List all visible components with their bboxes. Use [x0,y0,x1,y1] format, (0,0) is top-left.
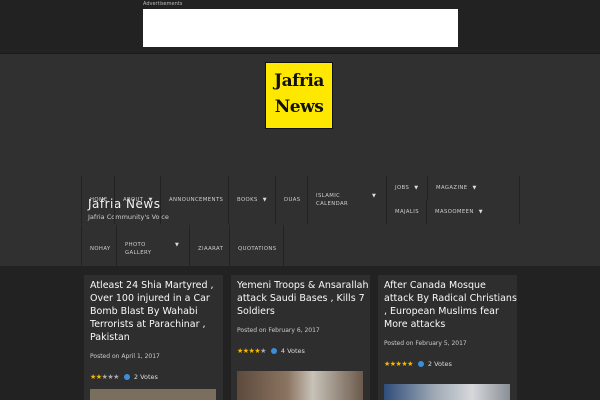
star-rating-icon[interactable]: ★★★★★ [237,347,266,355]
nav-item-books[interactable]: BOOKS ▼ [229,176,276,224]
nav-label: ZIAARAT [198,246,224,252]
nav-label: MAJALIS [395,209,419,215]
star-rating-icon[interactable]: ★★★★★ [384,360,413,368]
vote-count: 2 Votes [133,373,158,381]
post-rating[interactable]: ★★★★★ 2 Votes [90,373,158,381]
post-thumbnail[interactable] [384,384,510,400]
chevron-down-icon: ▼ [472,185,477,191]
nav-label: HOME [90,197,108,203]
post-date: Posted on February 5, 2017 [384,340,467,347]
chevron-down-icon: ▼ [414,185,419,191]
post-date: Posted on February 6, 2017 [237,327,320,334]
chevron-down-icon: ▼ [148,197,153,203]
post-thumbnail[interactable] [237,371,363,400]
post-card: After Canada Mosque attack By Radical Ch… [378,275,517,400]
nav-item-islamic-calendar[interactable]: ISLAMIC CALENDAR [308,176,387,224]
vote-count: 2 Votes [427,360,452,368]
post-card: Atleast 24 Shia Martyred , Over 100 inju… [84,275,223,400]
nav-label-line2: CALENDAR [316,201,349,207]
nav-label: JOBS [395,185,410,191]
post-list: Atleast 24 Shia Martyred , Over 100 inju… [0,266,600,400]
post-rating[interactable]: ★★★★★ 4 Votes [237,347,305,355]
info-icon [270,348,277,354]
nav-item-magazine[interactable]: MAGAZINE ▼ [427,176,520,200]
nav-label: NOHAY [90,246,111,252]
ad-banner[interactable] [143,9,458,47]
top-ad-bar: Advertisements [0,0,600,54]
post-title[interactable]: After Canada Mosque attack By Radical Ch… [384,279,517,331]
info-icon [417,361,424,367]
chevron-down-icon: ▼ [372,193,376,199]
nav-label: MASOOMEEN [435,209,474,215]
nav-item-home[interactable]: HOME [81,176,115,224]
logo-line-1: Jafria [274,71,324,91]
info-icon [123,374,130,380]
nav-label: QUOTATIONS [238,246,277,252]
post-card: Yemeni Troops & Ansarallah attack Saudi … [231,275,370,400]
nav-item-masoomeen[interactable]: MASOOMEEN ▼ [427,200,520,224]
nav-label: ANNOUNCEMENTS [169,197,224,203]
nav-label: MAGAZINE [436,185,468,191]
nav-item-duas[interactable]: DUAS [276,176,308,224]
nav-item-majalis[interactable]: MAJALIS [387,200,427,224]
star-rating-icon[interactable]: ★★★★★ [90,373,119,381]
nav-label: ABOUT [123,197,144,203]
nav-label-line2: GALLERY [125,250,152,256]
logo-line-2: News [274,97,324,117]
post-date: Posted on April 1, 2017 [90,353,160,360]
nav-label-line1: ISLAMIC [316,193,341,199]
nav-item-announcements[interactable]: ANNOUNCEMENTS [161,176,229,224]
site-logo[interactable]: Jafria News [265,62,333,129]
nav-item-about[interactable]: ABOUT ▼ [115,176,161,224]
nav-item-jobs[interactable]: JOBS ▼ [387,176,427,200]
nav-label: BOOKS [237,197,258,203]
post-thumbnail[interactable] [90,389,216,400]
post-title[interactable]: Yemeni Troops & Ansarallah attack Saudi … [237,279,370,318]
vote-count: 4 Votes [280,347,305,355]
post-rating[interactable]: ★★★★★ 2 Votes [384,360,452,368]
chevron-down-icon: ▼ [478,209,483,215]
ad-label: Advertisements [143,1,183,7]
nav-label: DUAS [284,197,301,203]
nav-label-line1: PHOTO [125,242,146,248]
chevron-down-icon: ▼ [175,242,179,248]
post-title[interactable]: Atleast 24 Shia Martyred , Over 100 inju… [90,279,223,344]
chevron-down-icon: ▼ [262,197,267,203]
